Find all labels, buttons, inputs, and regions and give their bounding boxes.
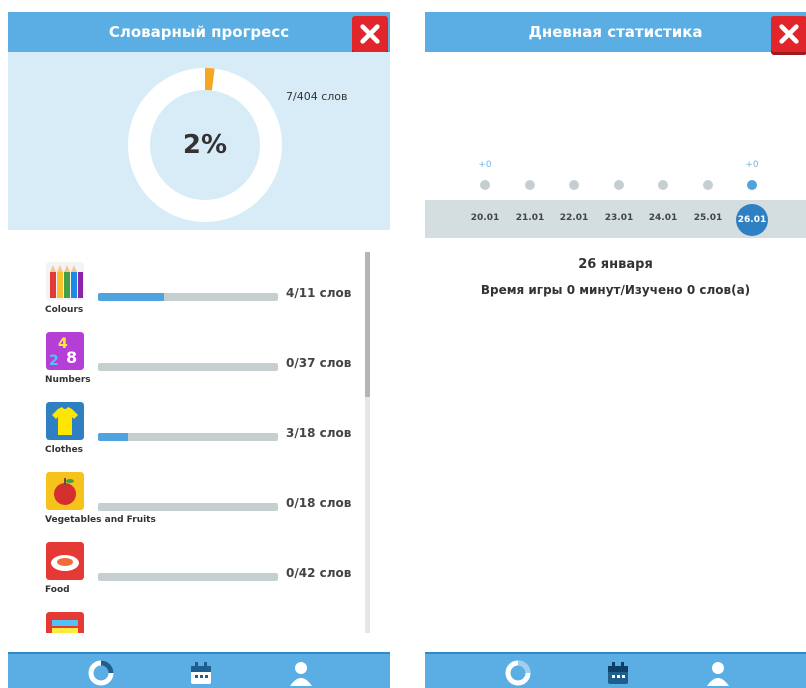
plate-icon bbox=[46, 542, 84, 580]
day-dot[interactable] bbox=[703, 180, 713, 190]
profile-icon[interactable] bbox=[288, 660, 314, 686]
play-info: Время игры 0 минут/Изучено 0 слов(а) bbox=[480, 283, 751, 297]
category-count: 0/18 слов bbox=[286, 496, 352, 510]
numbers-icon: 4 2 8 bbox=[46, 332, 84, 370]
day-dot[interactable] bbox=[525, 180, 535, 190]
apple-icon bbox=[46, 472, 84, 510]
day-plus-6: +0 bbox=[745, 160, 759, 170]
category-progress-bar bbox=[98, 503, 278, 511]
category-name: Vegetables and Fruits bbox=[45, 515, 156, 525]
category-count: 0/42 слов bbox=[286, 566, 352, 580]
date-label[interactable]: 24.01 bbox=[646, 213, 680, 223]
bottom-nav-left bbox=[8, 652, 390, 688]
svg-text:2: 2 bbox=[49, 353, 59, 369]
list-scrollbar[interactable] bbox=[365, 252, 370, 633]
progress-percent: 2% bbox=[182, 130, 228, 160]
calendar-icon[interactable] bbox=[605, 660, 631, 686]
category-row-food[interactable]: Food 0/42 слов bbox=[8, 530, 358, 600]
date-label[interactable]: 23.01 bbox=[602, 213, 636, 223]
total-words: 7/404 слов bbox=[286, 90, 348, 103]
close-button-left[interactable] bbox=[352, 16, 388, 52]
date-label[interactable]: 21.01 bbox=[513, 213, 547, 223]
day-dot[interactable] bbox=[480, 180, 490, 190]
date-label[interactable]: 22.01 bbox=[557, 213, 591, 223]
category-name: Food bbox=[45, 585, 70, 595]
category-progress-bar bbox=[98, 573, 278, 581]
category-progress-bar bbox=[98, 293, 278, 301]
right-title: Дневная статистика bbox=[528, 23, 703, 41]
progress-icon[interactable] bbox=[505, 660, 531, 686]
calendar-icon[interactable] bbox=[188, 660, 214, 686]
date-selected[interactable]: 26.01 bbox=[736, 204, 768, 236]
right-header: Дневная статистика bbox=[425, 12, 806, 52]
date-label[interactable]: 25.01 bbox=[691, 213, 725, 223]
bottom-nav-right bbox=[425, 652, 806, 688]
category-count: 3/18 слов bbox=[286, 426, 352, 440]
vocabulary-progress-panel: Словарный прогресс 2% 7/404 слов Colours bbox=[8, 0, 390, 688]
category-row-clothes[interactable]: Clothes 3/18 слов bbox=[8, 390, 358, 460]
left-title: Словарный прогресс bbox=[108, 23, 290, 41]
selected-date: 26 января bbox=[578, 257, 653, 272]
left-header: Словарный прогресс bbox=[8, 12, 390, 52]
category-progress-bar bbox=[98, 363, 278, 371]
close-icon bbox=[779, 24, 799, 44]
tshirt-icon bbox=[46, 402, 84, 440]
category-row-vegetables[interactable]: Vegetables and Fruits 0/18 слов bbox=[8, 460, 358, 530]
date-label[interactable]: 20.01 bbox=[468, 213, 502, 223]
day-dot[interactable] bbox=[614, 180, 624, 190]
progress-summary: 2% 7/404 слов bbox=[8, 52, 390, 230]
book-icon bbox=[46, 612, 84, 633]
category-name: Clothes bbox=[45, 445, 84, 455]
scrollbar-thumb[interactable] bbox=[365, 252, 370, 397]
svg-text:8: 8 bbox=[66, 348, 77, 367]
day-dot[interactable] bbox=[658, 180, 668, 190]
daily-stats-panel: Дневная статистика +0 +0 20.01 21.01 22.… bbox=[425, 0, 806, 688]
category-progress-bar bbox=[98, 433, 278, 441]
profile-icon[interactable] bbox=[705, 660, 731, 686]
day-dot-active[interactable] bbox=[747, 180, 757, 190]
close-icon bbox=[360, 24, 380, 44]
day-plus-0: +0 bbox=[478, 160, 492, 170]
category-name: Colours bbox=[45, 305, 84, 315]
category-name: Numbers bbox=[45, 375, 91, 385]
category-row-numbers[interactable]: 4 2 8 Numbers 0/37 слов bbox=[8, 320, 358, 390]
category-row-next[interactable] bbox=[8, 600, 358, 633]
date-strip: 20.01 21.01 22.01 23.01 24.01 25.01 26.0… bbox=[425, 200, 806, 238]
category-count: 4/11 слов bbox=[286, 286, 352, 300]
category-list[interactable]: Colours 4/11 слов 4 2 8 Numbers 0/37 сло… bbox=[8, 245, 368, 633]
progress-icon[interactable] bbox=[88, 660, 114, 686]
close-button-right[interactable] bbox=[771, 16, 806, 52]
day-dot[interactable] bbox=[569, 180, 579, 190]
pencils-icon bbox=[46, 262, 84, 300]
category-row-colours[interactable]: Colours 4/11 слов bbox=[8, 250, 358, 320]
category-count: 0/37 слов bbox=[286, 356, 352, 370]
